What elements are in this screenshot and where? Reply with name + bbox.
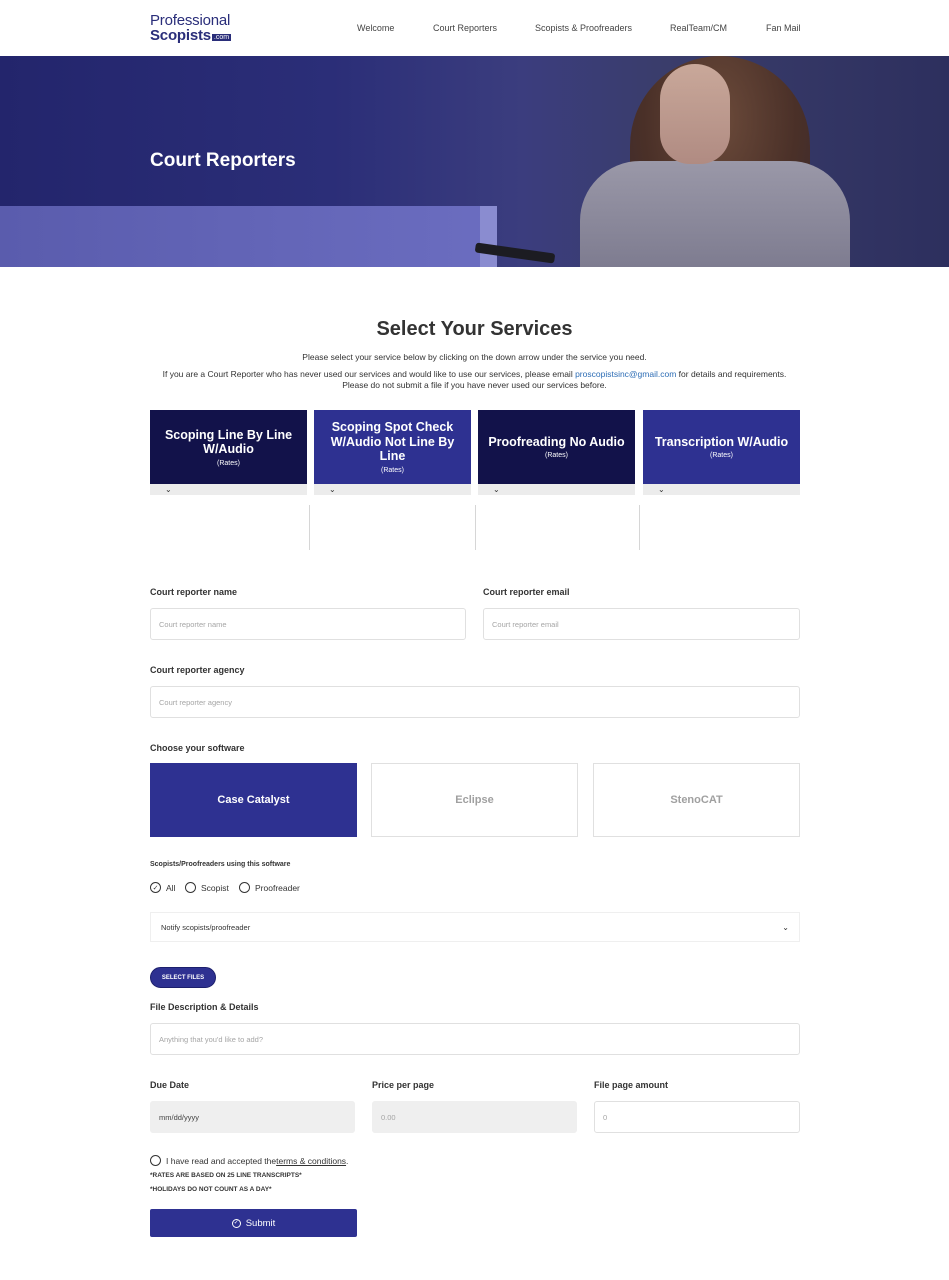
divider xyxy=(475,505,476,550)
holidays-note: *HOLIDAYS DO NOT COUNT AS A DAY* xyxy=(150,1186,272,1193)
services-warning: Please do not submit a file if you have … xyxy=(342,380,607,390)
terms-text-pre: I have read and accepted the xyxy=(166,1155,277,1166)
email-note-pre: If you are a Court Reporter who has neve… xyxy=(162,369,576,379)
nav-court-reporters[interactable]: Court Reporters xyxy=(433,23,497,33)
radio-proofreader[interactable]: Proofreader xyxy=(239,882,300,893)
submit-button[interactable]: ✓ Submit xyxy=(150,1209,357,1237)
divider xyxy=(639,505,640,550)
agency-label: Court reporter agency xyxy=(150,665,245,675)
reporter-name-input[interactable] xyxy=(150,608,466,640)
radio-circle-icon xyxy=(239,882,250,893)
service-card-scoping-spot-check[interactable]: Scoping Spot Check W/Audio Not Line By L… xyxy=(314,410,471,495)
radio-proofreader-label: Proofreader xyxy=(255,882,300,893)
service-name: Transcription W/Audio xyxy=(654,434,789,449)
chevron-down-icon: ⌄ xyxy=(493,485,500,494)
hero-laptop-edge xyxy=(480,206,497,267)
services-email-note: If you are a Court Reporter who has neve… xyxy=(0,369,949,379)
reporter-agency-input[interactable] xyxy=(150,686,800,718)
radio-circle-icon xyxy=(185,882,196,893)
file-page-amount-input[interactable] xyxy=(594,1101,800,1133)
nav-welcome[interactable]: Welcome xyxy=(357,23,394,33)
hero-title: Court Reporters xyxy=(150,150,296,171)
notify-scopists-select[interactable]: Notify scopists/proofreader ⌄ xyxy=(150,912,800,942)
page-amount-label: File page amount xyxy=(594,1080,669,1090)
terms-checkbox[interactable] xyxy=(150,1155,161,1166)
email-note-post: for details and requirements. xyxy=(676,369,787,379)
radio-all[interactable]: ✓ All xyxy=(150,882,175,893)
chevron-down-icon: ⌄ xyxy=(165,485,172,494)
logo-line1: Professional xyxy=(150,12,231,29)
service-cards: Scoping Line By Line W/Audio (Rates) ⌄ S… xyxy=(150,410,800,495)
nav-scopists-proofreaders[interactable]: Scopists & Proofreaders xyxy=(535,23,632,33)
divider xyxy=(309,505,310,550)
file-description-input[interactable] xyxy=(150,1023,800,1055)
hero-banner: Court Reporters xyxy=(0,56,949,267)
submit-label: Submit xyxy=(245,1217,276,1229)
service-name: Proofreading No Audio xyxy=(488,434,625,449)
description-label: File Description & Details xyxy=(150,1002,259,1012)
hero-laptop-shape xyxy=(0,206,497,267)
nav-realteam-cm[interactable]: RealTeam/CM xyxy=(670,23,727,33)
price-per-page-input[interactable] xyxy=(372,1101,577,1133)
service-expand[interactable]: ⌄ xyxy=(643,484,800,495)
reporter-email-input[interactable] xyxy=(483,608,800,640)
service-name: Scoping Line By Line W/Audio xyxy=(164,427,293,457)
services-instruction: Please select your service below by clic… xyxy=(302,352,647,362)
price-label: Price per page xyxy=(372,1080,435,1090)
radio-scopist-label: Scopist xyxy=(201,882,229,893)
service-card-scoping-line-by-line[interactable]: Scoping Line By Line W/Audio (Rates) ⌄ xyxy=(150,410,307,495)
chevron-down-icon: ⌄ xyxy=(329,485,336,494)
service-expand[interactable]: ⌄ xyxy=(150,484,307,495)
software-eclipse[interactable]: Eclipse xyxy=(371,763,578,837)
service-rates-link[interactable]: (Rates) xyxy=(545,452,568,459)
due-date-label: Due Date xyxy=(150,1080,190,1090)
services-title: Select Your Services xyxy=(376,318,573,340)
service-rates-link[interactable]: (Rates) xyxy=(381,467,404,474)
hero-person-body xyxy=(580,161,850,267)
service-card-header: Scoping Spot Check W/Audio Not Line By L… xyxy=(314,410,471,484)
software-label: Choose your software xyxy=(150,743,245,753)
service-expand[interactable]: ⌄ xyxy=(314,484,471,495)
service-rates-link[interactable]: (Rates) xyxy=(217,460,240,467)
service-name: Scoping Spot Check W/Audio Not Line By L… xyxy=(330,420,455,464)
radio-all-label: All xyxy=(166,882,176,893)
contact-email-link[interactable]: proscopistsinc@gmail.com xyxy=(575,369,676,379)
service-card-header: Scoping Line By Line W/Audio (Rates) xyxy=(150,410,307,484)
check-circle-icon: ✓ xyxy=(231,1218,241,1228)
due-date-input[interactable]: mm/dd/yyyy xyxy=(150,1101,355,1133)
scopists-label: Scopists/Proofreaders using this softwar… xyxy=(150,861,291,868)
service-rates-link[interactable]: (Rates) xyxy=(710,452,733,459)
select-files-button[interactable]: SELECT FILES xyxy=(150,967,216,988)
service-card-proofreading[interactable]: Proofreading No Audio (Rates) ⌄ xyxy=(478,410,635,495)
site-logo[interactable]: Professional Scopists .com xyxy=(150,12,232,44)
site-header: Professional Scopists .com Welcome Court … xyxy=(0,0,949,56)
logo-suffix: .com xyxy=(211,34,232,41)
service-card-header: Transcription W/Audio (Rates) xyxy=(643,410,800,484)
service-card-transcription[interactable]: Transcription W/Audio (Rates) ⌄ xyxy=(643,410,800,495)
name-label: Court reporter name xyxy=(150,587,238,597)
logo-line2: Scopists xyxy=(150,27,211,44)
hero-person-face xyxy=(660,64,730,164)
chevron-down-icon: ⌄ xyxy=(658,485,665,494)
service-card-header: Proofreading No Audio (Rates) xyxy=(478,410,635,484)
rates-note: *RATES ARE BASED ON 25 LINE TRANSCRIPTS* xyxy=(150,1172,302,1179)
radio-scopist[interactable]: Scopist xyxy=(185,882,229,893)
service-expand[interactable]: ⌄ xyxy=(478,484,635,495)
chevron-down-icon: ⌄ xyxy=(782,922,789,932)
software-case-catalyst[interactable]: Case Catalyst xyxy=(150,763,357,837)
notify-select-value: Notify scopists/proofreader xyxy=(161,922,251,932)
software-stenocat[interactable]: StenoCAT xyxy=(593,763,800,837)
terms-link[interactable]: terms & conditions xyxy=(276,1156,346,1166)
terms-checkbox-row: I have read and accepted the terms & con… xyxy=(150,1155,348,1166)
check-icon: ✓ xyxy=(150,882,161,893)
terms-text-post: . xyxy=(346,1155,349,1166)
email-label: Court reporter email xyxy=(483,587,570,597)
nav-fan-mail[interactable]: Fan Mail xyxy=(766,23,801,33)
